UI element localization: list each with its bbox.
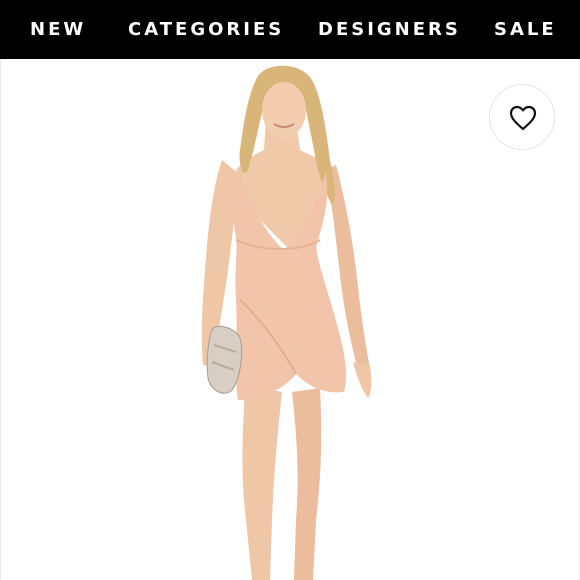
product-photo bbox=[201, 65, 372, 580]
clutch-bag bbox=[206, 325, 243, 394]
top-navigation-bar: NEW CATEGORIES DESIGNERS SALE bbox=[0, 0, 580, 59]
right-hand bbox=[353, 362, 372, 398]
heart-outline-icon bbox=[509, 105, 537, 131]
nav-item-categories[interactable]: CATEGORIES bbox=[128, 0, 284, 59]
face bbox=[262, 82, 306, 138]
nav-item-sale[interactable]: SALE bbox=[494, 0, 557, 59]
right-leg bbox=[292, 388, 322, 580]
favorite-button[interactable] bbox=[489, 84, 555, 150]
left-leg bbox=[242, 385, 282, 580]
nav-item-designers[interactable]: DESIGNERS bbox=[318, 0, 461, 59]
nav-item-new[interactable]: NEW bbox=[30, 0, 86, 59]
